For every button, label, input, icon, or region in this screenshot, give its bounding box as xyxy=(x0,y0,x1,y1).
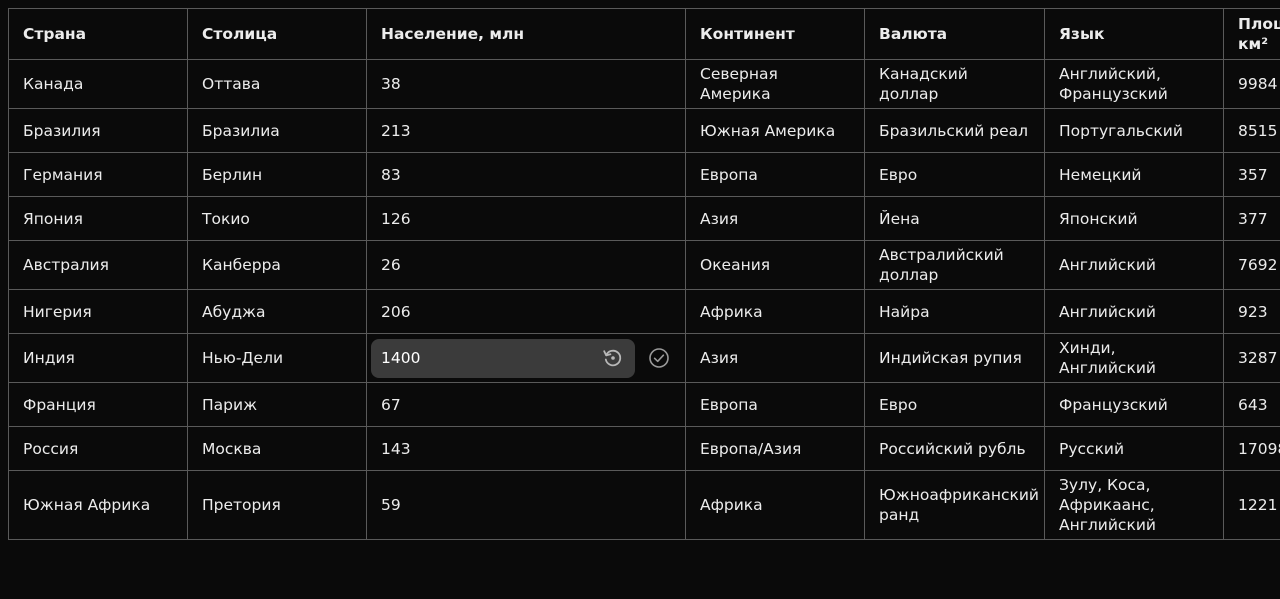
cell-currency[interactable]: Найра xyxy=(864,289,1045,334)
cell-capital[interactable]: Москва xyxy=(187,426,367,471)
cell-area[interactable]: 1221 xyxy=(1223,470,1280,540)
table-row: Россия Москва 143 Европа/Азия Российский… xyxy=(8,426,1280,471)
header-continent[interactable]: Континент xyxy=(685,8,865,60)
cell-country[interactable]: Нигерия xyxy=(8,289,188,334)
cell-continent[interactable]: Африка xyxy=(685,470,865,540)
table-row: Австралия Канберра 26 Океания Австралийс… xyxy=(8,240,1280,290)
cell-continent[interactable]: Африка xyxy=(685,289,865,334)
cell-language[interactable]: Английский xyxy=(1044,240,1224,290)
table-row: Франция Париж 67 Европа Евро Французский… xyxy=(8,382,1280,427)
cell-population[interactable]: 83 xyxy=(366,152,686,197)
cell-language[interactable]: Английский, Французский xyxy=(1044,59,1224,109)
table-row: Бразилия Бразилиа 213 Южная Америка Браз… xyxy=(8,108,1280,153)
table-row: Япония Токио 126 Азия Йена Японский 377 xyxy=(8,196,1280,241)
cell-capital[interactable]: Абуджа xyxy=(187,289,367,334)
cell-continent[interactable]: Южная Америка xyxy=(685,108,865,153)
cell-continent[interactable]: Азия xyxy=(685,196,865,241)
table-row: Канада Оттава 38 Северная Америка Канадс… xyxy=(8,59,1280,109)
cell-edit-input[interactable] xyxy=(381,349,601,367)
cell-country[interactable]: Австралия xyxy=(8,240,188,290)
cell-population[interactable]: 38 xyxy=(366,59,686,109)
table-row: Индия Нью-Дели 1400 Азия Индийская рупия… xyxy=(8,333,1280,383)
cell-area[interactable]: 643 xyxy=(1223,382,1280,427)
cell-population-editing xyxy=(366,333,686,383)
header-language[interactable]: Язык xyxy=(1044,8,1224,60)
table-row: Нигерия Абуджа 206 Африка Найра Английск… xyxy=(8,289,1280,334)
cell-currency[interactable]: Бразильский реал xyxy=(864,108,1045,153)
cell-area[interactable]: 377 xyxy=(1223,196,1280,241)
cell-capital[interactable]: Берлин xyxy=(187,152,367,197)
cell-population[interactable]: 26 xyxy=(366,240,686,290)
reset-icon[interactable] xyxy=(601,346,625,370)
table-row: Германия Берлин 83 Европа Евро Немецкий … xyxy=(8,152,1280,197)
cell-language[interactable]: Французский xyxy=(1044,382,1224,427)
cell-area[interactable]: 357 xyxy=(1223,152,1280,197)
cell-area[interactable]: 8515 xyxy=(1223,108,1280,153)
cell-population[interactable]: 143 xyxy=(366,426,686,471)
cell-language[interactable]: Английский xyxy=(1044,289,1224,334)
table-row: Южная Африка Претория 59 Африка Южноафри… xyxy=(8,470,1280,540)
cell-country[interactable]: Южная Африка xyxy=(8,470,188,540)
cell-editor xyxy=(371,338,671,378)
header-currency[interactable]: Валюта xyxy=(864,8,1045,60)
countries-table: Страна Столица Население, млн Континент … xyxy=(8,8,1280,540)
cell-capital[interactable]: Претория xyxy=(187,470,367,540)
header-capital[interactable]: Столица xyxy=(187,8,367,60)
cell-continent[interactable]: Азия xyxy=(685,333,865,383)
header-country[interactable]: Страна xyxy=(8,8,188,60)
cell-country[interactable]: Бразилия xyxy=(8,108,188,153)
cell-continent[interactable]: Европа xyxy=(685,152,865,197)
cell-continent[interactable]: Северная Америка xyxy=(685,59,865,109)
cell-country[interactable]: Канада xyxy=(8,59,188,109)
cell-currency[interactable]: Индийская рупия xyxy=(864,333,1045,383)
cell-capital[interactable]: Бразилиа xyxy=(187,108,367,153)
cell-population[interactable]: 213 xyxy=(366,108,686,153)
cell-capital[interactable]: Токио xyxy=(187,196,367,241)
cell-language[interactable]: Зулу, Коса, Африкаанс, Английский xyxy=(1044,470,1224,540)
cell-area[interactable]: 923 xyxy=(1223,289,1280,334)
cell-area[interactable]: 7692 xyxy=(1223,240,1280,290)
cell-country[interactable]: Франция xyxy=(8,382,188,427)
cell-country[interactable]: Индия xyxy=(8,333,188,383)
cell-capital[interactable]: Нью-Дели xyxy=(187,333,367,383)
header-area[interactable]: Площадь, км² xyxy=(1223,8,1280,60)
cell-language[interactable]: Японский xyxy=(1044,196,1224,241)
cell-area[interactable]: 9984 xyxy=(1223,59,1280,109)
cell-continent[interactable]: Океания xyxy=(685,240,865,290)
cell-population[interactable]: 206 xyxy=(366,289,686,334)
header-row: Страна Столица Население, млн Континент … xyxy=(8,8,1280,60)
cell-population[interactable]: 126 xyxy=(366,196,686,241)
cell-country[interactable]: Германия xyxy=(8,152,188,197)
cell-currency[interactable]: Евро xyxy=(864,382,1045,427)
cell-currency[interactable]: Южноафриканский ранд xyxy=(864,470,1045,540)
cell-area[interactable]: 17098 xyxy=(1223,426,1280,471)
cell-country[interactable]: Россия xyxy=(8,426,188,471)
cell-country[interactable]: Япония xyxy=(8,196,188,241)
cell-capital[interactable]: Оттава xyxy=(187,59,367,109)
cell-continent[interactable]: Европа/Азия xyxy=(685,426,865,471)
cell-currency[interactable]: Российский рубль xyxy=(864,426,1045,471)
cell-currency[interactable]: Евро xyxy=(864,152,1045,197)
cell-capital[interactable]: Париж xyxy=(187,382,367,427)
cell-continent[interactable]: Европа xyxy=(685,382,865,427)
check-circle-icon[interactable] xyxy=(647,346,671,370)
cell-currency[interactable]: Австралийский доллар xyxy=(864,240,1045,290)
cell-language[interactable]: Русский xyxy=(1044,426,1224,471)
cell-capital[interactable]: Канберра xyxy=(187,240,367,290)
cell-language[interactable]: Хинди, Английский xyxy=(1044,333,1224,383)
cell-population[interactable]: 59 xyxy=(366,470,686,540)
header-population[interactable]: Население, млн xyxy=(366,8,686,60)
cell-currency[interactable]: Йена xyxy=(864,196,1045,241)
cell-currency[interactable]: Канадский доллар xyxy=(864,59,1045,109)
cell-language[interactable]: Португальский xyxy=(1044,108,1224,153)
cell-language[interactable]: Немецкий xyxy=(1044,152,1224,197)
cell-edit-box[interactable] xyxy=(371,338,635,378)
cell-area[interactable]: 3287 xyxy=(1223,333,1280,383)
cell-population[interactable]: 67 xyxy=(366,382,686,427)
